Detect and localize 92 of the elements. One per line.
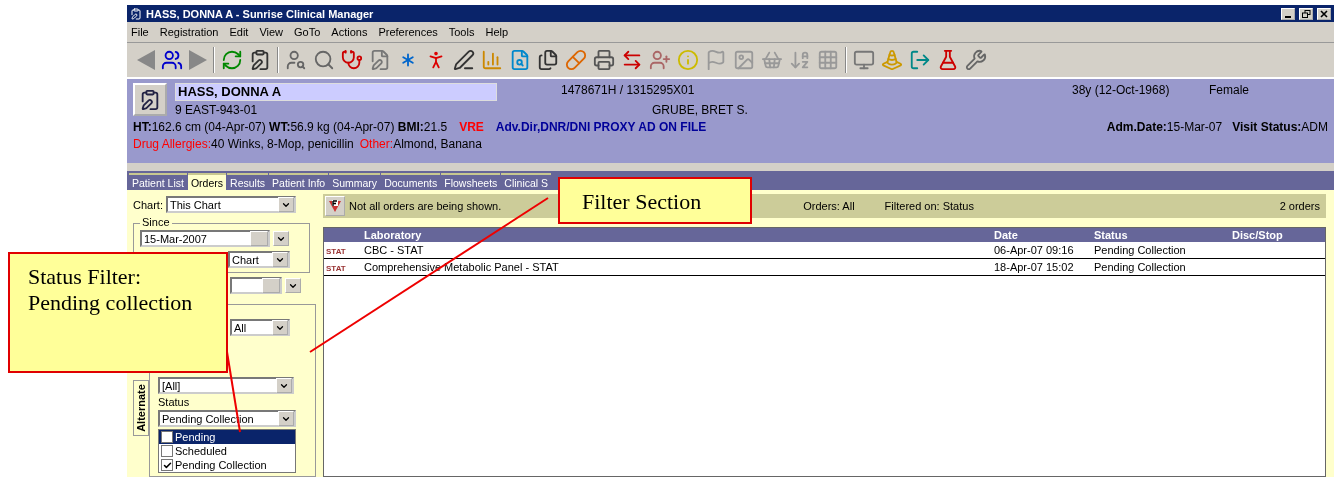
column-header[interactable]: Laboratory (362, 228, 992, 242)
menu-item[interactable]: View (259, 26, 284, 38)
status-label: Status (158, 396, 191, 408)
close-button[interactable] (1317, 7, 1331, 20)
since-type-dropdown[interactable]: Chart (228, 251, 290, 268)
person-search-icon[interactable] (285, 49, 307, 71)
document-pen-icon[interactable] (369, 49, 391, 71)
tab[interactable]: Clinical S (501, 173, 552, 190)
transfer-icon[interactable] (621, 49, 643, 71)
search-icon[interactable] (313, 49, 335, 71)
patient-name: HASS, DONNA A (175, 83, 497, 101)
wrench-icon[interactable] (965, 49, 987, 71)
checkbox[interactable] (161, 431, 173, 443)
status-option[interactable]: Pending (159, 430, 295, 444)
date-field[interactable] (230, 277, 282, 294)
column-header[interactable]: Date (992, 228, 1092, 242)
chart-icon[interactable] (481, 49, 503, 71)
patient-sex: Female (1209, 83, 1250, 99)
minimize-button[interactable] (1281, 7, 1295, 20)
app-icon (130, 7, 142, 20)
table-cell-text: CBC - STAT (363, 244, 425, 256)
callout-note: Filter Section (558, 177, 752, 224)
tab[interactable]: Patient List (129, 173, 187, 190)
allergy-text: Drug Allergies:40 Winks, 8-Mop, penicillin (133, 137, 354, 151)
menu-item[interactable]: Tools (448, 26, 475, 38)
allergy-text: Other:Almond, Banana (359, 137, 482, 151)
callout-note: Status Filter: Pending collection (8, 252, 228, 373)
table-cell-text: 18-Apr-07 15:02 (993, 261, 1075, 273)
minimize-icon (1285, 15, 1291, 18)
side-tab[interactable]: Alternate (133, 380, 149, 436)
stat-label: STAT (326, 264, 346, 273)
tab[interactable]: Flowsheets (441, 173, 501, 190)
checkbox[interactable] (161, 445, 173, 457)
menu-item[interactable]: Edit (229, 26, 249, 38)
menu-item[interactable]: Actions (331, 26, 368, 38)
admission-info: Adm.Date:15-Mar-07 (1106, 120, 1223, 134)
clipboard-pen-icon (139, 88, 161, 111)
table-cell-text: Pending Collection (1093, 244, 1187, 256)
filter-message: Not all orders are being shown. (349, 200, 502, 212)
tab[interactable]: Patient Info (269, 173, 329, 190)
table-cell-text: Pending Collection (1093, 261, 1187, 273)
tab[interactable]: Summary (329, 173, 381, 190)
exit-door-icon[interactable] (909, 49, 931, 71)
menu-item[interactable]: Registration (159, 26, 219, 38)
patient-location: 9 EAST-943-01 (175, 103, 259, 117)
patient-age: 38y (12-Oct-1968) (1072, 83, 1171, 99)
type-dropdown[interactable]: [All] (158, 377, 294, 394)
tab[interactable]: Orders (187, 173, 227, 190)
menu-item[interactable]: GoTo (294, 26, 321, 38)
alert-text: Adv.Dir,DNR/DNI PROXY AD ON FILE (495, 120, 707, 134)
column-header[interactable]: Status (1092, 228, 1230, 242)
admission-info: Visit Status:ADM (1232, 120, 1328, 134)
printer-icon[interactable] (593, 49, 615, 71)
restore-icon (1301, 9, 1311, 18)
chart-label: Chart: (133, 198, 163, 211)
spinner-icon[interactable] (250, 231, 268, 246)
monitor-icon[interactable] (853, 49, 875, 71)
restore-button[interactable] (1299, 7, 1313, 20)
menu-item[interactable]: Help (485, 26, 509, 38)
tab[interactable]: Documents (381, 173, 441, 190)
date-field[interactable]: 15-Mar-2007 (140, 230, 270, 247)
ordered-dropdown[interactable]: All (230, 319, 290, 336)
refresh-icon[interactable] (221, 49, 243, 71)
flask-icon[interactable] (937, 49, 959, 71)
close-icon (1320, 9, 1328, 18)
tab[interactable]: Results (227, 173, 269, 190)
patient-ids: 1478671H / 1315295X01 (561, 83, 696, 99)
since-label: Since (140, 216, 172, 228)
edit-chart-button[interactable] (133, 83, 167, 116)
menu-item[interactable]: File (131, 26, 149, 38)
pen-icon[interactable] (453, 49, 475, 71)
table-cell-text: Comprehensive Metabolic Panel - STAT (363, 261, 560, 273)
alert-text: VRE (459, 120, 484, 134)
chart-dropdown[interactable]: This Chart (165, 196, 296, 213)
order-count: 2 orders (1279, 200, 1320, 212)
filter-icon[interactable] (325, 196, 345, 216)
filtered-on: Filtered on: Status (884, 200, 974, 212)
stat-label: STAT (326, 247, 346, 256)
column-header[interactable]: Disc/Stop (1230, 228, 1325, 242)
people-icon[interactable] (161, 49, 183, 71)
spinner-icon[interactable] (262, 278, 280, 293)
vitals-text: HT:162.6 cm (04-Apr-07) WT:56.9 kg (04-Apr-07) BMI:21.5 (133, 120, 448, 134)
physician-name: GRUBE, BRET S. (652, 103, 749, 117)
orders-filter: Orders: All (803, 200, 855, 212)
clipboard-pen-icon[interactable] (249, 49, 271, 71)
table-cell-text: 06-Apr-07 09:16 (993, 244, 1075, 256)
document-search-icon[interactable] (509, 49, 531, 71)
window-title: HASS, DONNA A - Sunrise Clinical Manager (146, 7, 375, 20)
checkbox[interactable] (161, 459, 173, 471)
column-header (324, 228, 362, 242)
documents-icon[interactable] (537, 49, 559, 71)
menu-item[interactable]: Preferences (378, 26, 438, 38)
